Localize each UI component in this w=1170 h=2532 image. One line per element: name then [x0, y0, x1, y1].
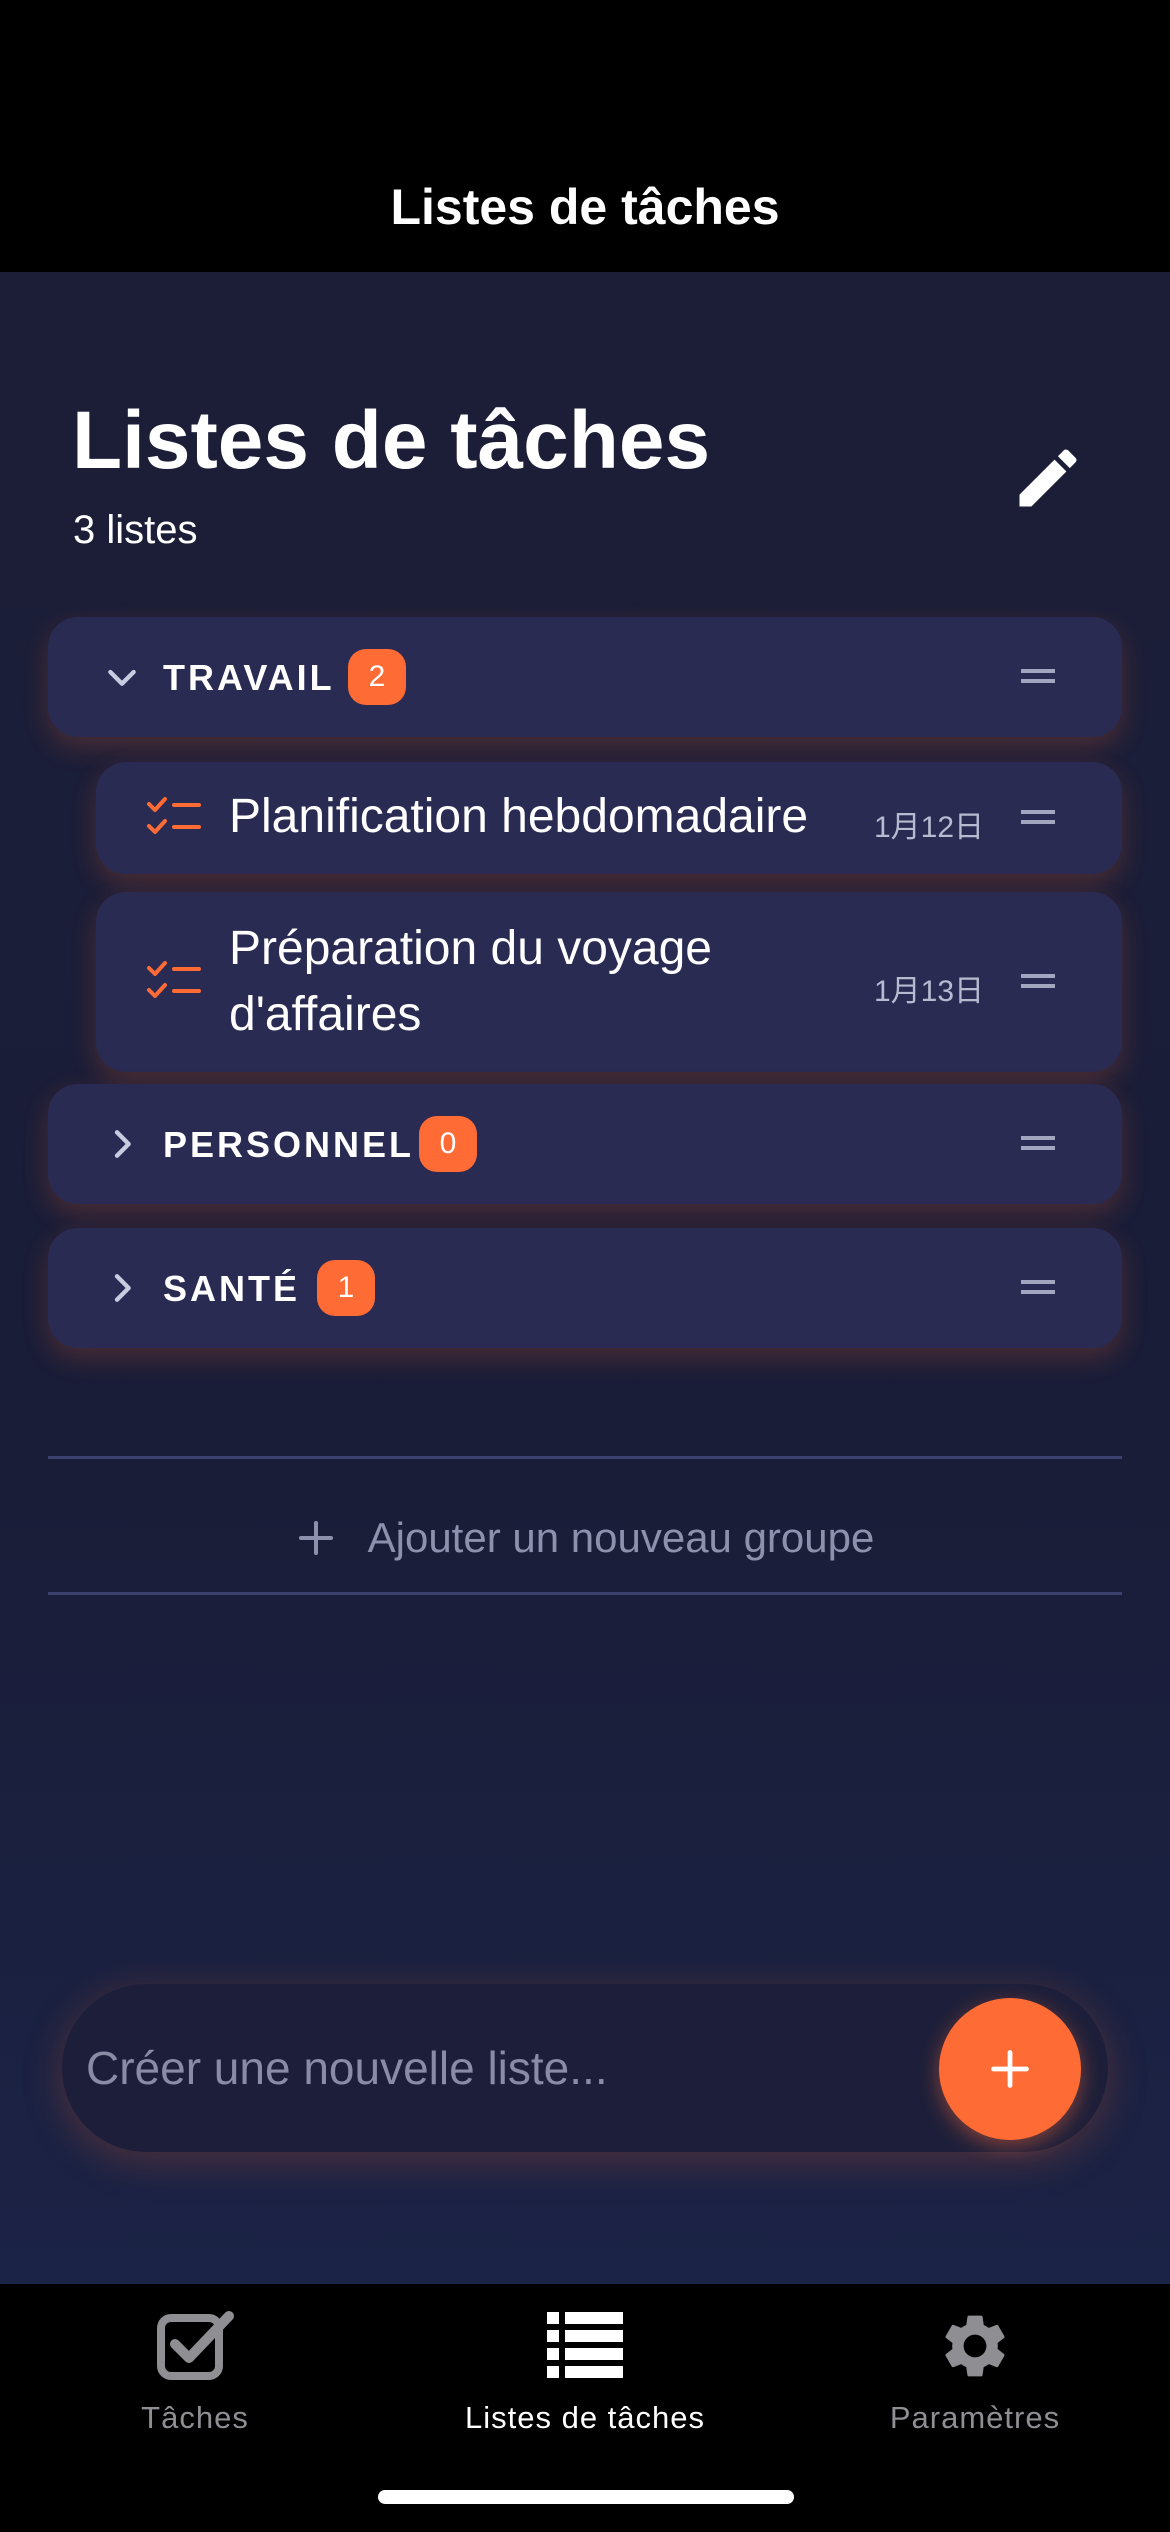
- home-indicator[interactable]: [378, 2490, 794, 2504]
- new-list-composer: [62, 1984, 1108, 2152]
- checklist-icon: [147, 961, 201, 998]
- list-date: 1月13日: [874, 975, 985, 1008]
- drag-handle-icon[interactable]: [1021, 1280, 1055, 1294]
- tab-taches[interactable]: Tâches: [15, 2308, 375, 2458]
- navigation-bar: Listes de tâches: [0, 0, 1170, 272]
- add-group-button[interactable]: Ajouter un nouveau groupe: [0, 1498, 1170, 1578]
- page-title: Listes de tâches: [72, 395, 711, 486]
- group-sante[interactable]: SANTÉ 1: [48, 1228, 1122, 1348]
- group-travail[interactable]: TRAVAIL 2: [48, 617, 1122, 737]
- group-count-badge: 2: [348, 649, 406, 705]
- drag-handle-icon[interactable]: [1021, 974, 1055, 988]
- chevron-right-icon[interactable]: [102, 1124, 142, 1164]
- divider: [48, 1592, 1122, 1595]
- pencil-icon: [1019, 449, 1077, 507]
- group-name: PERSONNEL: [163, 1124, 415, 1165]
- edit-button[interactable]: [1010, 440, 1086, 516]
- chevron-right-icon[interactable]: [102, 1268, 142, 1308]
- add-group-label: Ajouter un nouveau groupe: [367, 1514, 875, 1561]
- chevron-down-icon[interactable]: [102, 657, 142, 697]
- tab-listes-de-taches[interactable]: Listes de tâches: [405, 2308, 765, 2458]
- drag-handle-icon[interactable]: [1021, 1136, 1055, 1150]
- new-list-input[interactable]: [86, 2016, 936, 2120]
- list-item[interactable]: Préparation du voyage d'affaires 1月13日: [96, 892, 1122, 1072]
- drag-handle-icon[interactable]: [1021, 669, 1055, 683]
- checkbox-icon: [157, 2311, 234, 2380]
- divider: [48, 1456, 1122, 1459]
- checklist-icon: [147, 797, 201, 834]
- tab-label: Listes de tâches: [464, 2400, 706, 2435]
- tab-label: Paramètres: [889, 2400, 1061, 2435]
- gear-icon: [945, 2315, 1005, 2377]
- nav-title: Listes de tâches: [390, 179, 780, 235]
- list-icon: [547, 2312, 623, 2378]
- tab-label: Tâches: [141, 2400, 249, 2435]
- group-count-badge: 0: [419, 1116, 477, 1172]
- group-name: SANTÉ: [163, 1268, 301, 1309]
- main-content: Listes de tâches 3 listes TRAVAIL 2 Plan…: [0, 272, 1170, 2284]
- list-title-line-1: Préparation du voyage: [229, 922, 712, 975]
- list-item[interactable]: Planification hebdomadaire 1月12日: [96, 762, 1122, 874]
- drag-handle-icon[interactable]: [1021, 810, 1055, 824]
- list-title-line-2: d'affaires: [229, 988, 422, 1041]
- list-date: 1月12日: [874, 811, 985, 844]
- create-list-button[interactable]: [939, 1998, 1081, 2140]
- plus-icon: [991, 2050, 1029, 2088]
- group-count-badge: 1: [317, 1260, 375, 1316]
- list-title: Planification hebdomadaire: [229, 790, 809, 843]
- plus-icon: [298, 1521, 333, 1555]
- group-personnel[interactable]: PERSONNEL 0: [48, 1084, 1122, 1204]
- list-count: 3 listes: [73, 508, 198, 552]
- tab-parametres[interactable]: Paramètres: [795, 2308, 1155, 2458]
- group-name: TRAVAIL: [163, 657, 335, 698]
